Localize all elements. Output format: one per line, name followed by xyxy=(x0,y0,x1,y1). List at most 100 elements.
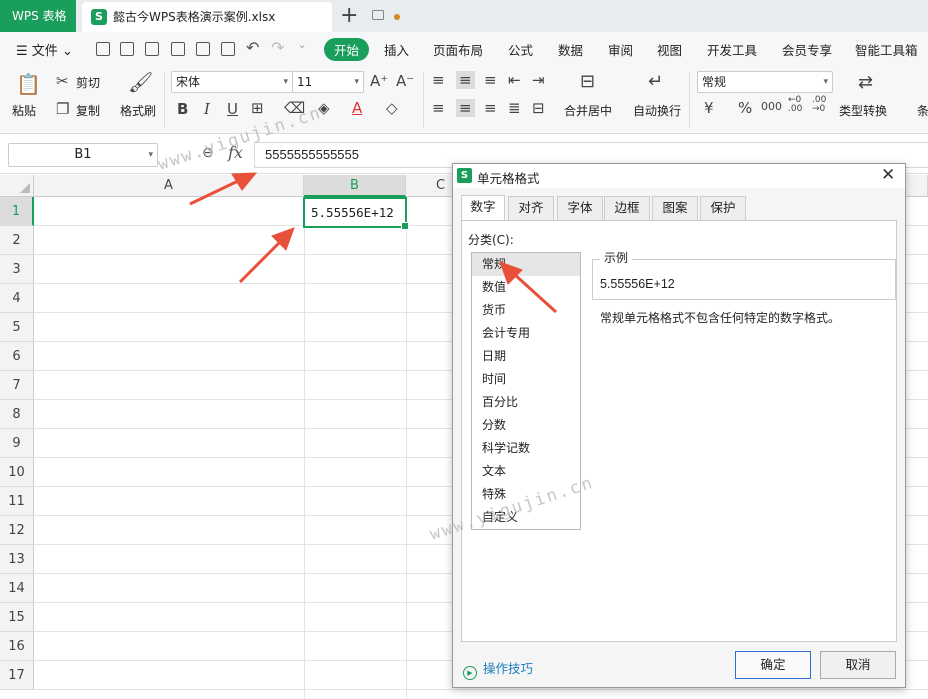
document-tab[interactable]: S 懿古今WPS表格演示案例.xlsx xyxy=(82,2,400,32)
row-header[interactable]: 15 xyxy=(0,603,34,632)
list-item[interactable]: 百分比 xyxy=(472,391,580,414)
decrease-decimal-icon[interactable]: .00 →0 xyxy=(812,96,826,114)
row-header[interactable]: 5 xyxy=(0,313,34,342)
row-header[interactable]: 8 xyxy=(0,400,34,429)
wrap-text-icon[interactable]: ↵ xyxy=(648,71,663,92)
row-header[interactable]: 16 xyxy=(0,632,34,661)
list-item[interactable]: 数值 xyxy=(472,276,580,299)
tab-view[interactable]: 视图 xyxy=(657,40,682,59)
number-format-select[interactable]: 常规 ▾ xyxy=(697,71,833,93)
save-icon[interactable] xyxy=(145,42,159,56)
italic-icon[interactable]: I xyxy=(204,100,210,118)
justify-icon[interactable]: ≣ xyxy=(508,99,521,117)
list-item[interactable]: 分数 xyxy=(472,414,580,437)
list-item[interactable]: 时间 xyxy=(472,368,580,391)
export-icon[interactable] xyxy=(171,42,185,56)
percent-icon[interactable]: % xyxy=(738,99,752,117)
cancel-button[interactable]: 取消 xyxy=(820,651,896,679)
underline-icon[interactable]: U xyxy=(227,100,238,118)
tab-smart-toolbox[interactable]: 智能工具箱 xyxy=(855,40,918,59)
tab-insert[interactable]: 插入 xyxy=(384,40,409,59)
row-header[interactable]: 14 xyxy=(0,574,34,603)
zoom-search-icon[interactable]: ⊖ xyxy=(202,145,214,161)
tips-link[interactable]: ▶ 操作技巧 xyxy=(463,658,533,680)
tab-member[interactable]: 会员专享 xyxy=(782,40,832,59)
font-size-increase-icon[interactable]: A⁺ xyxy=(370,72,388,90)
copy-button[interactable]: 复制 xyxy=(76,102,100,119)
row-header[interactable]: 13 xyxy=(0,545,34,574)
fill-color-icon[interactable]: ◈ xyxy=(318,99,330,117)
quick-access-more-icon[interactable]: ⌄ xyxy=(298,40,306,51)
list-item[interactable]: 科学记数 xyxy=(472,437,580,460)
category-list[interactable]: 常规 数值 货币 会计专用 日期 时间 百分比 分数 科学记数 文本 特殊 自定… xyxy=(471,252,581,530)
row-header[interactable]: 7 xyxy=(0,371,34,400)
tab-border[interactable]: 边框 xyxy=(604,196,650,220)
ok-button[interactable]: 确定 xyxy=(735,651,811,679)
indent-increase-icon[interactable]: ⇥ xyxy=(532,71,545,89)
font-name-select[interactable]: 宋体 ▾ xyxy=(171,71,293,93)
tab-number[interactable]: 数字 xyxy=(461,195,505,220)
undo-icon[interactable]: ↶ xyxy=(246,38,259,57)
new-file-icon[interactable] xyxy=(96,42,110,56)
cut-button[interactable]: 剪切 xyxy=(76,74,100,91)
align-left-icon[interactable]: ≡ xyxy=(432,99,445,117)
list-item[interactable]: 货币 xyxy=(472,299,580,322)
print-icon[interactable] xyxy=(196,42,210,56)
row-header[interactable]: 10 xyxy=(0,458,34,487)
conditional-format-button[interactable]: 条 xyxy=(917,102,928,119)
tab-review[interactable]: 审阅 xyxy=(608,40,633,59)
list-item[interactable]: 常规 xyxy=(472,253,580,276)
paste-icon[interactable]: 📋 xyxy=(16,72,41,96)
column-header-b[interactable]: B xyxy=(304,175,406,197)
open-folder-icon[interactable] xyxy=(120,42,134,56)
insert-function-icon[interactable]: fx xyxy=(228,143,243,162)
align-right-icon[interactable]: ≡ xyxy=(484,99,497,117)
row-header[interactable]: 17 xyxy=(0,661,34,690)
row-header[interactable]: 6 xyxy=(0,342,34,371)
tab-pattern[interactable]: 图案 xyxy=(652,196,698,220)
format-painter-button[interactable]: 格式刷 xyxy=(120,102,156,119)
row-header[interactable]: 1 xyxy=(0,197,34,226)
align-top-icon[interactable]: ≡ xyxy=(432,71,445,89)
font-size-select[interactable]: 11 ▾ xyxy=(292,71,364,93)
tab-page-layout[interactable]: 页面布局 xyxy=(433,40,483,59)
type-convert-icon[interactable]: ⇄ xyxy=(858,72,873,93)
row-header[interactable]: 11 xyxy=(0,487,34,516)
borders-icon[interactable]: ⊞ xyxy=(251,99,264,117)
wrap-text-button[interactable]: 自动换行 xyxy=(633,102,681,119)
tab-data[interactable]: 数据 xyxy=(558,40,583,59)
row-header[interactable]: 9 xyxy=(0,429,34,458)
clear-format-icon[interactable]: ⌫ xyxy=(284,99,305,117)
paste-button[interactable]: 粘贴 xyxy=(12,102,36,119)
align-bottom-icon[interactable]: ≡ xyxy=(484,71,497,89)
currency-icon[interactable]: ¥ xyxy=(704,99,714,117)
scissors-icon[interactable]: ✂ xyxy=(56,72,69,90)
file-menu[interactable]: ☰ 文件 ⌄ xyxy=(16,40,73,59)
tab-alignment[interactable]: 对齐 xyxy=(508,196,554,220)
window-pin-icon[interactable] xyxy=(372,10,384,20)
list-item[interactable]: 会计专用 xyxy=(472,322,580,345)
app-tab[interactable]: WPS 表格 xyxy=(0,0,76,32)
list-item[interactable]: 自定义 xyxy=(472,506,580,529)
active-cell-b1[interactable]: 5.55556E+12 xyxy=(303,197,409,230)
increase-decimal-icon[interactable]: ←0.00 xyxy=(788,96,802,114)
new-tab-plus-icon[interactable]: + xyxy=(340,3,358,29)
tab-font[interactable]: 字体 xyxy=(557,196,603,220)
font-color-icon[interactable]: A xyxy=(352,99,362,117)
align-middle-icon[interactable]: ≡ xyxy=(456,71,475,89)
distributed-icon[interactable]: ⊟ xyxy=(532,99,545,117)
list-item[interactable]: 日期 xyxy=(472,345,580,368)
redo-icon[interactable]: ↷ xyxy=(271,38,284,57)
row-header[interactable]: 12 xyxy=(0,516,34,545)
list-item[interactable]: 文本 xyxy=(472,460,580,483)
tab-formulas[interactable]: 公式 xyxy=(508,40,533,59)
list-item[interactable]: 特殊 xyxy=(472,483,580,506)
tab-home[interactable]: 开始 xyxy=(324,38,370,61)
format-painter-icon[interactable]: 🖌 xyxy=(128,70,153,94)
type-convert-button[interactable]: 类型转换 xyxy=(839,102,887,119)
select-all-corner[interactable] xyxy=(0,175,34,197)
row-header[interactable]: 2 xyxy=(0,226,34,255)
merge-cells-icon[interactable]: ⊟ xyxy=(580,71,595,92)
tab-protection[interactable]: 保护 xyxy=(700,196,746,220)
bold-icon[interactable]: B xyxy=(177,100,188,118)
